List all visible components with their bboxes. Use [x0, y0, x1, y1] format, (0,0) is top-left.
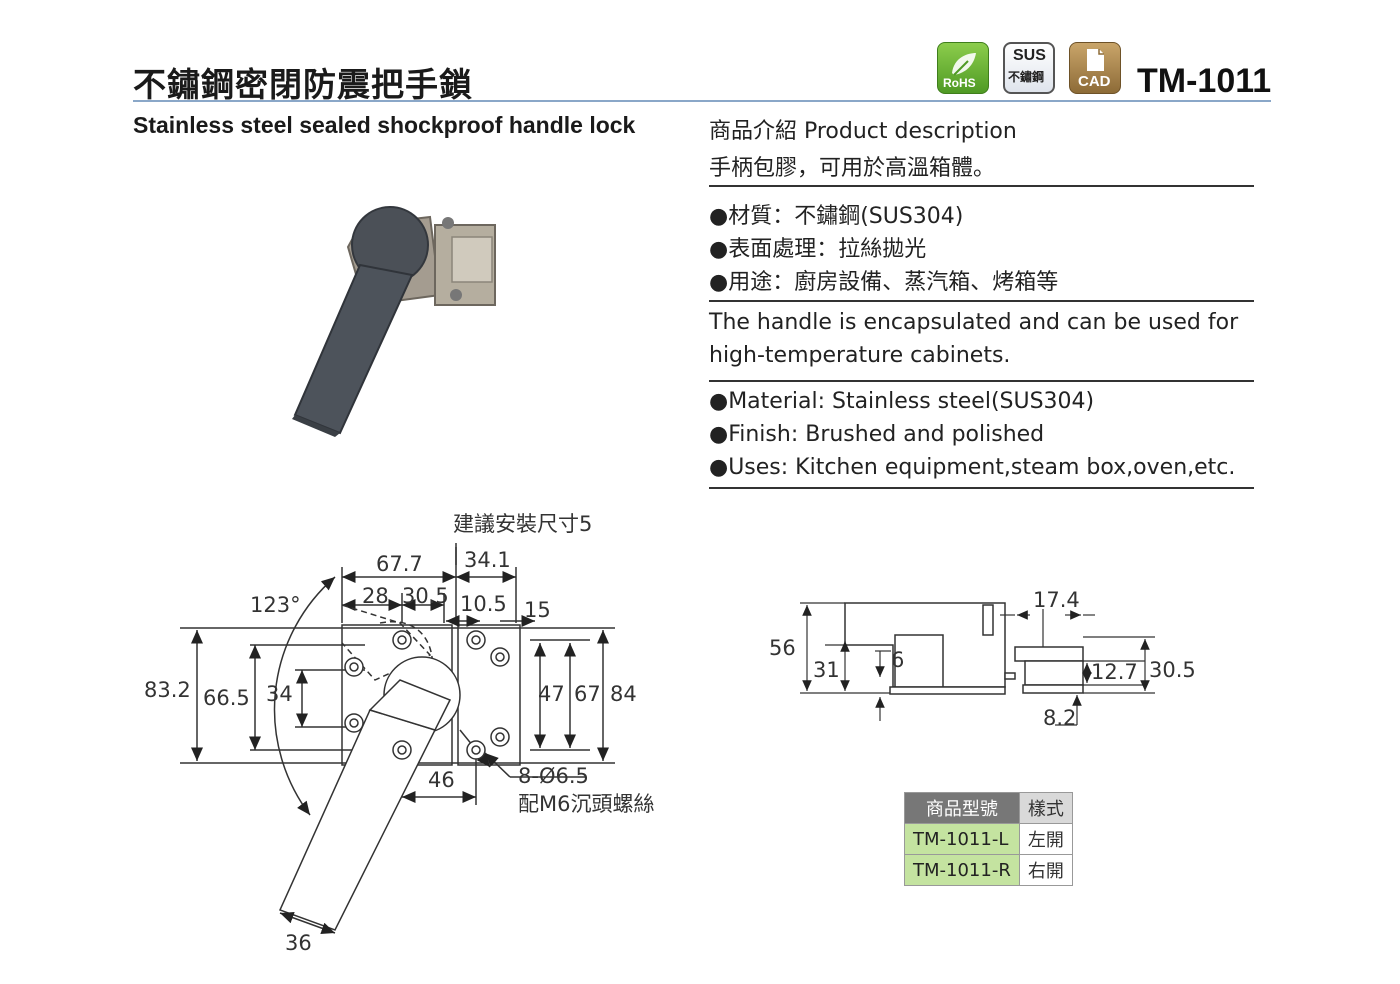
dim-angle: 123° — [250, 593, 301, 617]
divider-4 — [709, 487, 1254, 489]
dim-10-5: 10.5 — [460, 592, 507, 616]
product-photo — [292, 206, 496, 437]
en-bullet-uses: ●Uses: Kitchen equipment,steam box,oven,… — [709, 455, 1236, 480]
model-style-cell: 右開 — [1018, 854, 1073, 886]
page-title: 不鏽鋼密閉防震把手鎖 — [133, 65, 473, 104]
divider-3 — [709, 380, 1254, 382]
header-style: 樣式 — [1018, 792, 1073, 824]
sus-label: SUS — [1013, 47, 1046, 64]
sus-badge: SUS 不鏽鋼 — [1003, 42, 1055, 94]
install-note-label: 建議安裝尺寸5 — [453, 512, 592, 536]
hole-note: 8-Ø6.5 — [518, 764, 589, 788]
description-zh: 手柄包膠，可用於高溫箱體。 — [709, 156, 996, 181]
zh-bullet-uses: ●用途：廚房設備、蒸汽箱、烤箱等 — [709, 270, 1059, 295]
dim-47: 47 — [538, 682, 565, 706]
zh-bullet-material: ●材質：不鏽鋼(SUS304) — [709, 204, 964, 229]
model-table-header: 商品型號 樣式 — [904, 792, 1073, 824]
cad-label: CAD — [1078, 73, 1111, 90]
table-row: TM-1011-R 右開 — [904, 854, 1073, 886]
side-dim-6: 6 — [891, 648, 904, 672]
dim-36: 36 — [285, 931, 312, 955]
side-dim-31: 31 — [813, 658, 840, 682]
dim-15: 15 — [524, 598, 551, 622]
side-dim-12-7: 12.7 — [1091, 660, 1138, 684]
side-dim-17-4: 17.4 — [1033, 588, 1080, 612]
side-dim-8-2: 8.2 — [1043, 706, 1076, 730]
rohs-label: RoHS — [943, 76, 976, 90]
dim-30-5: 30.5 — [402, 584, 449, 608]
description-en-line2: high-temperature cabinets. — [709, 343, 1011, 368]
description-en-line1: The handle is encapsulated and can be us… — [709, 310, 1239, 335]
cad-badge: CAD — [1069, 42, 1121, 94]
dim-66-5: 66.5 — [203, 686, 250, 710]
rohs-badge: RoHS — [937, 42, 989, 94]
en-bullet-finish: ●Finish: Brushed and polished — [709, 422, 1045, 447]
dim-34: 34 — [266, 682, 293, 706]
model-code-cell: TM-1011-R — [904, 854, 1020, 886]
dim-46: 46 — [428, 768, 455, 792]
en-bullet-material: ●Material: Stainless steel(SUS304) — [709, 389, 1095, 414]
screw-note: 配M6沉頭螺絲 — [518, 792, 654, 816]
model-code-cell: TM-1011-L — [904, 823, 1020, 855]
dim-28: 28 — [362, 584, 389, 608]
page-subtitle: Stainless steel sealed shockproof handle… — [133, 112, 636, 138]
side-dim-30-5: 30.5 — [1149, 658, 1196, 682]
header-model-code: 商品型號 — [904, 792, 1020, 824]
side-dim-56: 56 — [769, 636, 796, 660]
dim-84: 84 — [610, 682, 637, 706]
divider-1 — [709, 185, 1254, 187]
side-view-drawing: 56 31 6 17.4 12.7 30.5 8.2 — [769, 588, 1196, 730]
model-table: 商品型號 樣式 TM-1011-L 左開 TM-1011-R 右開 — [904, 792, 1073, 886]
dim-67: 67 — [574, 682, 601, 706]
description-heading: 商品介紹 Product description — [709, 119, 1017, 144]
table-row: TM-1011-L 左開 — [904, 823, 1073, 855]
zh-bullet-finish: ●表面處理：拉絲拋光 — [709, 237, 927, 262]
sus-sublabel: 不鏽鋼 — [1008, 70, 1045, 84]
dim-67-7: 67.7 — [376, 552, 423, 576]
divider-2 — [709, 300, 1254, 302]
dim-34-1: 34.1 — [464, 548, 511, 572]
dim-83-2: 83.2 — [144, 678, 191, 702]
model-style-cell: 左開 — [1018, 823, 1073, 855]
model-number: TM-1011 — [1137, 62, 1272, 100]
front-view-drawing: 建議安裝尺寸5 67.7 34.1 28 30.5 10.5 15 123° 8… — [144, 512, 654, 955]
title-divider — [133, 100, 1271, 102]
